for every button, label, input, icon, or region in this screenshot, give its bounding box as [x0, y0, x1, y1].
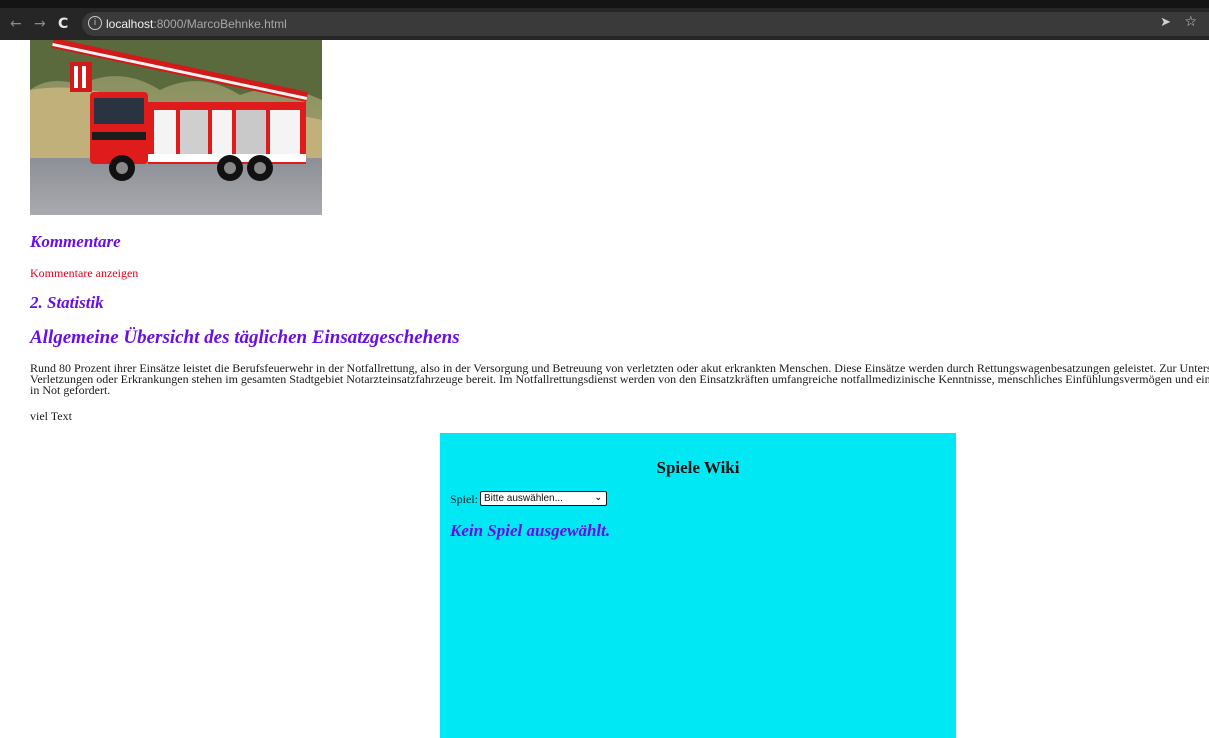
info-icon[interactable]: i: [88, 16, 102, 30]
paragraph-line: in Not gefordert.: [30, 383, 111, 397]
address-bar[interactable]: i localhost:8000/MarcoBehnke.html ➤ ☆: [82, 12, 1209, 36]
statistics-heading: 2. Statistik: [30, 293, 104, 312]
show-comments-link[interactable]: Kommentare anzeigen: [30, 265, 138, 281]
forward-arrow-icon[interactable]: →: [34, 15, 46, 33]
wiki-title: Spiele Wiki: [656, 458, 740, 477]
fire-truck-image: [30, 40, 322, 215]
star-icon[interactable]: ☆: [1184, 14, 1197, 30]
reload-icon[interactable]: C: [58, 15, 68, 33]
url-text[interactable]: localhost:8000/MarcoBehnke.html: [106, 16, 287, 32]
no-game-selected-message: Kein Spiel ausgewählt.: [450, 521, 611, 540]
url-host: localhost: [106, 17, 154, 31]
game-select[interactable]: Bitte auswählen... ⌄: [480, 491, 607, 506]
overview-heading: Allgemeine Übersicht des täglichen Einsa…: [30, 327, 460, 348]
browser-toolbar: ← → C i localhost:8000/MarcoBehnke.html …: [0, 0, 1209, 40]
games-wiki-panel: Spiele Wiki Spiel: Bitte auswählen... ⌄ …: [440, 433, 956, 738]
fire-truck-illustration: [30, 40, 322, 215]
extra-text: viel Text: [30, 409, 72, 423]
back-arrow-icon[interactable]: ←: [10, 15, 22, 33]
chevron-down-icon: ⌄: [594, 493, 602, 503]
intro-paragraph: Rund 80 Prozent ihrer Einsätze leistet d…: [30, 362, 1209, 397]
comments-heading: Kommentare: [30, 232, 121, 251]
game-select-label: Spiel:: [450, 492, 479, 506]
paragraph-line: Verletzungen oder Erkrankungen stehen im…: [30, 372, 1209, 386]
url-path: :8000/MarcoBehnke.html: [153, 17, 287, 31]
game-select-value: Bitte auswählen...: [484, 493, 563, 504]
send-icon[interactable]: ➤: [1160, 15, 1171, 30]
